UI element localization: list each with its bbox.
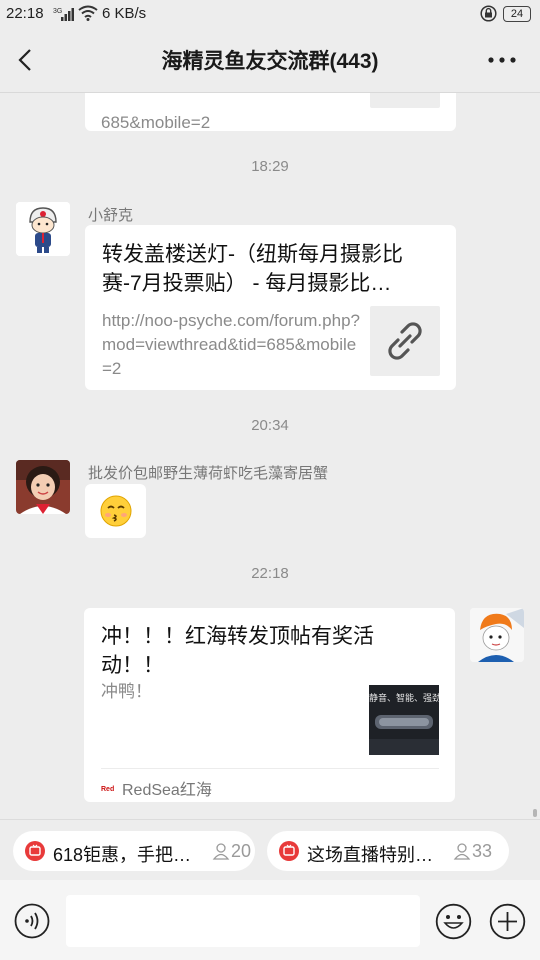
link-icon: [370, 93, 440, 103]
timestamp: 18:29: [251, 158, 289, 175]
avatar[interactable]: [470, 608, 524, 662]
voice-input-icon[interactable]: [14, 903, 50, 939]
link-card-partial[interactable]: 685&mobile=2: [85, 93, 456, 132]
more-options-icon[interactable]: [486, 48, 518, 72]
live-icon: [279, 841, 299, 861]
quick-links-bar: 618钜惠，手把… 20 这场直播特别… 33: [0, 819, 540, 880]
cartoon-avatar-icon: [16, 202, 70, 256]
message-bubble[interactable]: [85, 484, 146, 538]
cartoon-avatar-icon: [470, 608, 524, 662]
card-description: 冲鸭！: [101, 682, 152, 701]
chat-header: 海精灵鱼友交流群(443): [0, 28, 540, 93]
network-speed: 6 KB/s: [102, 5, 147, 22]
live-chip[interactable]: 这场直播特别… 33: [267, 831, 509, 871]
status-time: 22:18: [6, 5, 44, 22]
signal-icon: 3G: [53, 8, 74, 21]
card-title: 冲！！！红海转发顶帖有奖活动！！: [101, 625, 374, 677]
network-type: 3G: [53, 8, 62, 15]
status-bar: 22:18 3G 6 KB/s 24: [0, 0, 540, 28]
card-url: 685&mobile=2: [101, 113, 211, 132]
emoji-icon[interactable]: [435, 903, 472, 940]
add-icon[interactable]: [489, 903, 526, 940]
link-thumbnail: [370, 93, 440, 108]
wifi-icon: [78, 5, 98, 21]
timestamp: 20:34: [251, 417, 289, 434]
viewer-icon: [453, 843, 471, 860]
redsea-logo-icon: Red: [101, 780, 117, 793]
input-bar: [0, 880, 540, 960]
kissing-emoji-icon: [99, 494, 133, 528]
sender-name: 批发价包邮野生薄荷虾吃毛藻寄居蟹: [88, 465, 329, 482]
rotation-lock-icon: [480, 5, 497, 22]
link-thumbnail: [370, 306, 440, 376]
chip-label: 618钜惠，手把…: [53, 845, 192, 865]
product-image-icon: [369, 715, 439, 755]
viewer-count: 20: [231, 841, 252, 861]
svg-text:Red: Red: [101, 786, 114, 793]
timestamp: 22:18: [251, 565, 289, 582]
scrollbar[interactable]: [533, 809, 537, 817]
link-card[interactable]: 转发盖楼送灯-（纽斯每月摄影比赛-7月投票贴） - 每月摄影比… http://…: [85, 225, 456, 390]
card-source: RedSea红海: [122, 782, 212, 799]
chat-title: 海精灵鱼友交流群(443): [161, 50, 379, 73]
message-input[interactable]: [66, 895, 420, 947]
viewer-count: 33: [472, 841, 493, 861]
card-thumbnail: 静音、智能、强劲: [369, 685, 439, 755]
sender-name: 小舒克: [88, 207, 134, 224]
link-card[interactable]: 冲！！！红海转发顶帖有奖活动！！ 冲鸭！ 静音、智能、强劲 Red RedSea…: [84, 608, 455, 802]
avatar[interactable]: [16, 202, 70, 256]
message-list[interactable]: 685&mobile=2 18:29 小舒克 转发盖楼送灯-（纽斯每月摄影比赛-…: [0, 93, 540, 819]
link-icon: [388, 322, 422, 360]
battery-indicator: 24: [503, 6, 531, 22]
card-title: 转发盖楼送灯-（纽斯每月摄影比赛-7月投票贴） - 每月摄影比…: [102, 243, 403, 295]
live-chip[interactable]: 618钜惠，手把… 20: [13, 831, 255, 871]
live-icon: [25, 841, 45, 861]
card-url: http://noo-psyche.com/forum.php?mod=view…: [102, 311, 360, 378]
chip-label: 这场直播特别…: [307, 845, 433, 865]
viewer-icon: [212, 843, 230, 860]
photo-avatar-icon: [16, 460, 70, 514]
avatar[interactable]: [16, 460, 70, 514]
